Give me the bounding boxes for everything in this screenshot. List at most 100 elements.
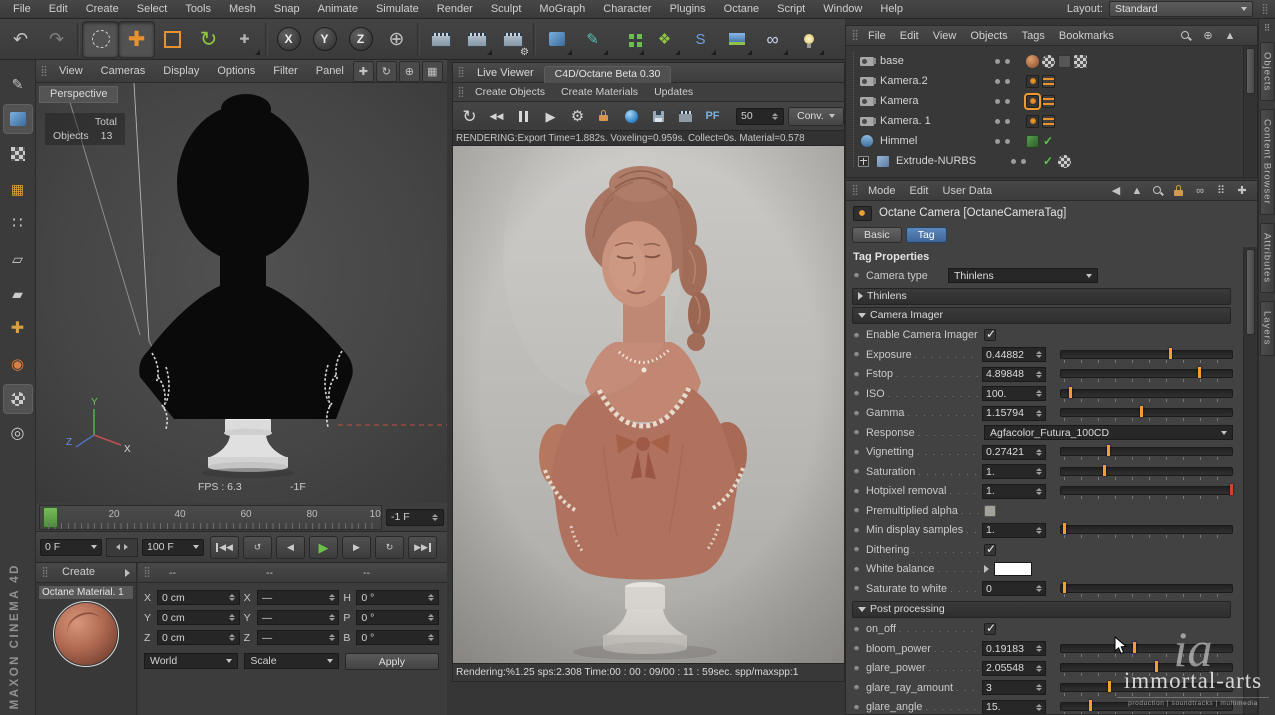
spinner-icon[interactable] <box>1034 684 1043 691</box>
panel-grip-icon[interactable] <box>455 67 467 78</box>
attribute-manager-scrollbar[interactable] <box>1243 247 1257 714</box>
menu-item[interactable]: Simulate <box>367 1 428 18</box>
slider-marker[interactable] <box>1089 700 1092 711</box>
layout-dropdown[interactable]: Standard <box>1109 1 1253 17</box>
param-value-field[interactable]: 1. <box>982 464 1046 479</box>
texture-paint-mode[interactable] <box>4 385 32 413</box>
toolbar-button[interactable] <box>77 23 80 55</box>
tag-icon[interactable] <box>1026 135 1039 148</box>
coord-column-header[interactable]: -- <box>347 567 444 579</box>
am-up-icon[interactable]: ▲ <box>1129 183 1145 199</box>
play-render-button[interactable]: ▶ <box>539 105 562 128</box>
am-search-icon[interactable] <box>1150 183 1166 199</box>
object-manager-scrollbar[interactable] <box>1243 46 1257 177</box>
enable-axis-mode[interactable]: ✚ <box>4 315 32 343</box>
param-value-field[interactable]: 0 <box>982 581 1046 596</box>
param-value-field[interactable]: 0.19183 <box>982 641 1046 656</box>
menu-item[interactable]: Bookmarks <box>1052 29 1121 43</box>
section-camera-imager[interactable]: Camera Imager <box>852 307 1231 324</box>
visibility-dot-icon[interactable] <box>995 59 1000 64</box>
param-slider[interactable] <box>1060 483 1233 499</box>
visibility-toggles[interactable] <box>995 79 1021 84</box>
start-frame-field[interactable]: 0 F <box>40 539 102 556</box>
render-picture-viewer[interactable] <box>459 22 494 57</box>
object-row[interactable]: Kamera.2 <box>846 71 1257 91</box>
menu-item[interactable]: Display <box>154 63 208 80</box>
render-settings-button[interactable]: ⚙ <box>566 105 589 128</box>
object-name[interactable]: Kamera. 1 <box>880 115 990 127</box>
slider-marker[interactable] <box>1133 642 1136 653</box>
om-up-icon[interactable]: ▲ <box>1222 28 1238 44</box>
param-slider[interactable] <box>1060 522 1233 538</box>
visibility-dot-icon[interactable] <box>995 99 1000 104</box>
visibility-toggles[interactable] <box>995 59 1021 64</box>
menu-item[interactable]: Edit <box>893 29 926 43</box>
menu-item[interactable]: Filter <box>264 63 306 80</box>
menu-item[interactable]: Objects <box>963 29 1014 43</box>
tag-icon[interactable] <box>1042 95 1055 108</box>
object-row[interactable]: base <box>846 51 1257 71</box>
coordinate-system[interactable]: ⊕ <box>379 22 414 57</box>
save-image-button[interactable] <box>647 105 670 128</box>
slider-marker[interactable] <box>1063 582 1066 593</box>
param-color-control[interactable] <box>984 562 1032 576</box>
slider-marker[interactable] <box>1063 523 1066 534</box>
menu-item[interactable]: Tools <box>176 1 220 18</box>
menu-item[interactable]: Edit <box>903 184 936 198</box>
tag-icon[interactable] <box>1042 55 1055 68</box>
menu-item[interactable]: File <box>4 1 40 18</box>
menu-item[interactable]: Plugins <box>661 1 715 18</box>
lock-z-axis[interactable]: Z <box>343 22 378 57</box>
points-mode[interactable]: ∷ <box>4 210 32 238</box>
menu-item[interactable]: Options <box>208 63 264 80</box>
tag-icon[interactable] <box>1026 75 1039 88</box>
object-name[interactable]: Himmel <box>880 135 990 147</box>
coord-field[interactable]: 0 cm <box>157 630 240 645</box>
expand-handle-icon[interactable] <box>858 156 869 167</box>
slider-marker[interactable] <box>1198 367 1201 378</box>
add-spline[interactable]: ✎ <box>575 22 610 57</box>
param-value-field[interactable]: 100. <box>982 386 1046 401</box>
live-selection-tool[interactable] <box>83 22 118 57</box>
tag-icon[interactable] <box>1042 155 1055 168</box>
menu-item[interactable]: Tags <box>1015 29 1052 43</box>
snap-settings[interactable]: ◎ <box>4 420 32 448</box>
visibility-dot-icon[interactable] <box>995 139 1000 144</box>
section-thinlens[interactable]: Thinlens <box>852 288 1231 305</box>
tab-basic[interactable]: Basic <box>852 227 902 243</box>
am-back-icon[interactable]: ◀ <box>1108 183 1124 199</box>
model-mode[interactable] <box>4 105 32 133</box>
param-slider[interactable] <box>1060 444 1233 460</box>
param-value-field[interactable]: 0.44882 <box>982 347 1046 362</box>
expand-arrow-icon[interactable] <box>984 565 989 573</box>
lock-x-axis[interactable]: X <box>271 22 306 57</box>
coord-column-header[interactable]: -- <box>153 567 250 579</box>
expand-arrow-icon[interactable] <box>125 569 130 577</box>
visibility-dot-icon[interactable] <box>1011 159 1016 164</box>
om-frame-icon[interactable]: ⊕ <box>1200 28 1216 44</box>
param-value-field[interactable]: 1. <box>982 523 1046 538</box>
slider-marker[interactable] <box>1069 387 1072 398</box>
spinner-icon[interactable] <box>1034 585 1043 592</box>
maximize-view-icon[interactable]: ▦ <box>422 61 443 82</box>
coord-column-header[interactable]: -- <box>250 567 347 579</box>
next-frame-button[interactable]: ▶ <box>342 536 371 559</box>
menu-item[interactable]: Select <box>128 1 177 18</box>
menu-item[interactable]: Mode <box>861 184 903 198</box>
coord-field[interactable]: 0 ° <box>356 630 439 645</box>
play-backward-button[interactable]: ↺ <box>243 536 272 559</box>
texture-mode[interactable] <box>4 140 32 168</box>
object-row[interactable]: Kamera <box>846 91 1257 111</box>
apply-button[interactable]: Apply <box>345 653 439 670</box>
coordinate-space-dropdown[interactable]: World <box>144 653 238 669</box>
render-image[interactable] <box>453 146 844 663</box>
param-value-field[interactable]: 1.15794 <box>982 406 1046 421</box>
goto-start-button[interactable]: ◀◀ <box>210 536 239 559</box>
menu-item[interactable]: Character <box>594 1 660 18</box>
pick-render-region-button[interactable] <box>620 105 643 128</box>
dock-grid-icon[interactable] <box>1264 23 1271 34</box>
goto-start-render-button[interactable]: ◀◀ <box>485 105 508 128</box>
scale-tool[interactable] <box>155 22 190 57</box>
param-checkbox[interactable] <box>984 623 996 635</box>
camera-view-label[interactable]: Perspective <box>39 86 118 103</box>
